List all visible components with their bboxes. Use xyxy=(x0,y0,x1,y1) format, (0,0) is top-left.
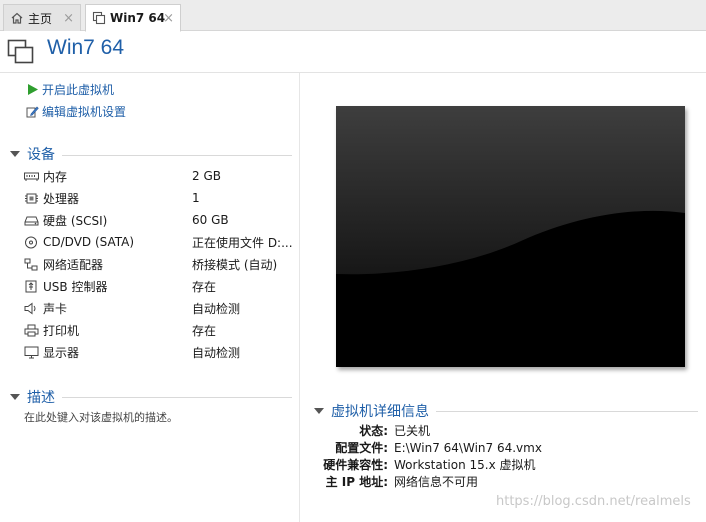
device-name: 声卡 xyxy=(43,301,68,316)
device-value: 1 xyxy=(192,191,200,205)
detail-value: E:\Win7 64\Win7 64.vmx xyxy=(394,440,542,455)
devices-section-header[interactable]: 设备 xyxy=(10,145,55,163)
detail-row-hardware-compat: 硬件兼容性: Workstation 15.x 虚拟机 xyxy=(300,456,700,473)
device-row-cd-dvd[interactable]: CD/DVD (SATA) 正在使用文件 D:... xyxy=(24,231,293,253)
device-row-network-adapter[interactable]: 网络适配器 桥接模式 (自动) xyxy=(24,253,292,275)
device-row-display[interactable]: 显示器 自动检测 xyxy=(24,341,292,363)
tab-win7-64-label: Win7 64 xyxy=(110,11,166,25)
power-on-vm-link[interactable]: 开启此虚拟机 xyxy=(26,80,114,98)
detail-value: 网络信息不可用 xyxy=(394,475,479,489)
device-row-memory[interactable]: 内存 2 GB xyxy=(24,165,292,187)
collapse-triangle-icon xyxy=(10,151,20,157)
page-title: Win7 64 xyxy=(47,36,125,59)
device-name: 内存 xyxy=(43,169,68,184)
device-value: 自动检测 xyxy=(192,345,241,360)
collapse-triangle-icon xyxy=(314,408,324,414)
device-name: USB 控制器 xyxy=(43,279,108,294)
device-value: 桥接模式 (自动) xyxy=(192,257,278,272)
vm-details-section-title: 虚拟机详细信息 xyxy=(331,404,429,420)
device-name: CD/DVD (SATA) xyxy=(43,235,135,249)
detail-row-status: 状态: 已关机 xyxy=(300,422,700,439)
description-section-header[interactable]: 描述 xyxy=(10,388,55,406)
vm-screen-preview[interactable] xyxy=(336,106,685,367)
device-value: 正在使用文件 D:... xyxy=(192,235,293,250)
vm-details-section-header[interactable]: 虚拟机详细信息 xyxy=(314,402,429,420)
device-value: 存在 xyxy=(192,279,217,294)
detail-key: 配置文件: xyxy=(335,441,388,455)
cd-dvd-icon xyxy=(24,236,39,249)
device-name: 网络适配器 xyxy=(43,257,104,272)
device-row-sound-card[interactable]: 声卡 自动检测 xyxy=(24,297,292,319)
devices-section-title: 设备 xyxy=(27,147,55,163)
detail-row-ip-address: 主 IP 地址: 网络信息不可用 xyxy=(300,473,700,490)
tab-win7-64-close-icon[interactable]: × xyxy=(163,11,174,26)
device-row-usb-controller[interactable]: USB 控制器 存在 xyxy=(24,275,292,297)
hard-disk-icon xyxy=(24,214,39,227)
vm-tab-icon xyxy=(92,11,106,25)
edit-settings-label: 编辑虚拟机设置 xyxy=(42,104,127,119)
network-adapter-icon xyxy=(24,258,39,271)
tab-bar: 主页 × Win7 64 × xyxy=(0,0,706,32)
memory-icon xyxy=(24,170,39,183)
detail-row-config-file: 配置文件: E:\Win7 64\Win7 64.vmx xyxy=(300,439,700,456)
device-row-hard-disk[interactable]: 硬盘 (SCSI) 60 GB xyxy=(24,209,292,231)
virtual-machine-icon xyxy=(7,39,35,65)
description-placeholder[interactable]: 在此处键入对该虚拟机的描述。 xyxy=(24,409,178,425)
play-icon xyxy=(26,83,39,96)
device-name: 硬盘 (SCSI) xyxy=(43,213,108,228)
cpu-icon xyxy=(24,192,39,205)
tab-home-close-icon[interactable]: × xyxy=(63,11,74,26)
device-name: 显示器 xyxy=(43,345,80,360)
edit-settings-icon xyxy=(26,105,39,118)
section-divider xyxy=(62,397,292,398)
device-row-printer[interactable]: 打印机 存在 xyxy=(24,319,292,341)
vm-header: Win7 64 xyxy=(0,31,706,73)
device-value: 自动检测 xyxy=(192,301,241,316)
tab-home-label: 主页 xyxy=(28,11,53,26)
detail-key: 状态: xyxy=(359,424,388,438)
section-divider xyxy=(62,155,292,156)
tab-home[interactable]: 主页 × xyxy=(3,4,81,31)
preview-graphic xyxy=(336,106,685,367)
usb-icon xyxy=(24,280,39,293)
printer-icon xyxy=(24,324,39,337)
device-value: 2 GB xyxy=(192,169,221,183)
power-on-label: 开启此虚拟机 xyxy=(42,82,115,97)
display-icon xyxy=(24,346,39,359)
sound-card-icon xyxy=(24,302,39,315)
device-value: 60 GB xyxy=(192,213,229,227)
device-name: 打印机 xyxy=(43,323,80,338)
device-name: 处理器 xyxy=(43,191,80,206)
edit-vm-settings-link[interactable]: 编辑虚拟机设置 xyxy=(26,102,126,120)
detail-value: 已关机 xyxy=(394,424,431,438)
collapse-triangle-icon xyxy=(10,394,20,400)
description-section-title: 描述 xyxy=(27,390,55,406)
detail-value: Workstation 15.x 虚拟机 xyxy=(394,458,536,472)
device-value: 存在 xyxy=(192,323,217,338)
device-row-processor[interactable]: 处理器 1 xyxy=(24,187,292,209)
tab-win7-64[interactable]: Win7 64 × xyxy=(85,4,181,32)
section-divider xyxy=(436,411,698,412)
detail-key: 主 IP 地址: xyxy=(325,475,388,489)
detail-key: 硬件兼容性: xyxy=(323,458,388,472)
home-icon xyxy=(10,11,24,25)
watermark: https://blog.csdn.net/realmels xyxy=(496,494,691,509)
